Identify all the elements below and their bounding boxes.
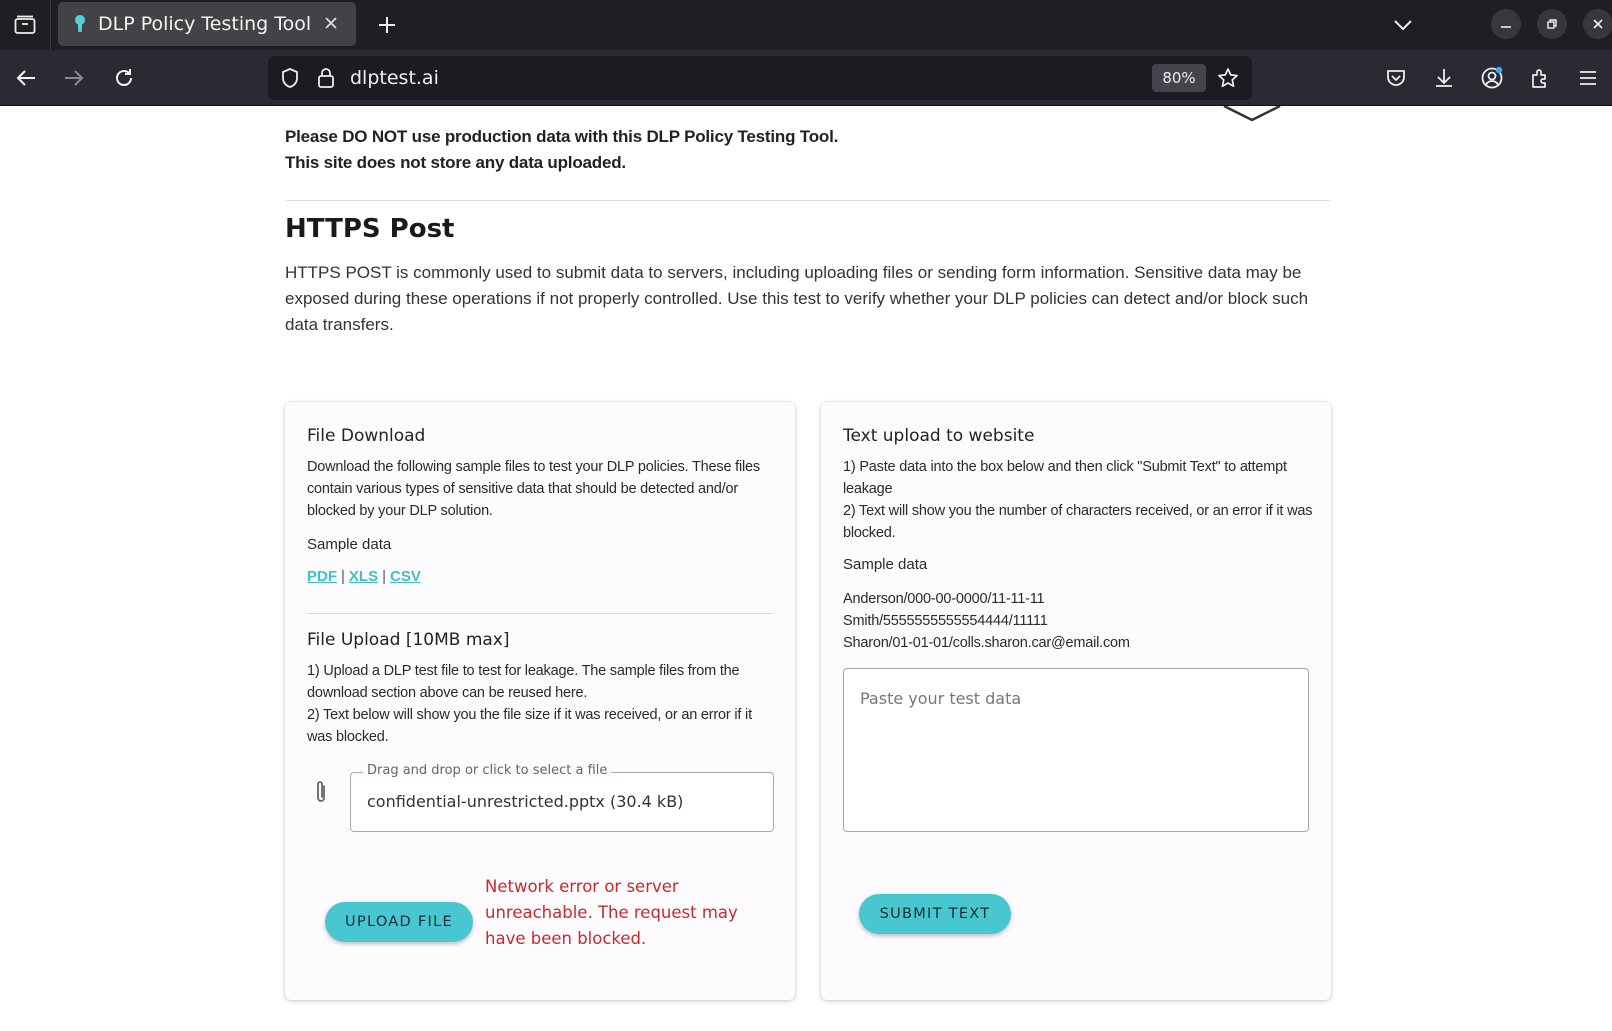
sample-data-label: Sample data — [843, 556, 928, 573]
close-window-icon[interactable] — [1583, 9, 1612, 39]
production-data-warning: Please DO NOT use production data with t… — [285, 124, 838, 176]
paperclip-icon[interactable] — [311, 778, 331, 806]
downloads-icon[interactable] — [1428, 62, 1460, 94]
shield-icon[interactable] — [278, 66, 302, 90]
section-description: HTTPS POST is commonly used to submit da… — [285, 263, 1309, 334]
textarea-placeholder: Paste your test data — [860, 689, 1022, 708]
text-upload-instruction-2: 2) Text will show you the number of char… — [843, 503, 1313, 541]
tab-close-icon[interactable] — [320, 12, 342, 34]
extensions-icon[interactable] — [1524, 62, 1556, 94]
section-title: HTTPS Post — [285, 214, 455, 244]
tab-overflow-chevron-icon[interactable] — [1390, 12, 1416, 38]
file-select-field[interactable]: Drag and drop or click to select a file … — [350, 763, 774, 832]
lightbulb-favicon-icon — [75, 15, 85, 32]
file-download-title: File Download — [307, 426, 426, 446]
decorative-chevron-icon — [1223, 106, 1281, 122]
file-upload-instruction-1: 1) Upload a DLP test file to test for le… — [307, 663, 740, 701]
tab-title: DLP Policy Testing Tool — [98, 13, 312, 35]
text-upload-card: Text upload to website 1) Paste data int… — [821, 402, 1331, 1000]
url-text[interactable]: dlptest.ai — [350, 67, 439, 89]
browser-tab-bar: DLP Policy Testing Tool — [0, 0, 1612, 50]
link-separator: | — [341, 568, 345, 585]
file-upload-instruction-2: 2) Text below will show you the file siz… — [307, 707, 752, 745]
address-bar[interactable]: dlptest.ai 80% — [268, 56, 1252, 100]
csv-download-link[interactable]: CSV — [390, 568, 421, 585]
zoom-level-badge[interactable]: 80% — [1152, 64, 1206, 92]
reload-icon[interactable] — [108, 62, 140, 94]
back-arrow-icon[interactable] — [10, 62, 42, 94]
tab-list-icon[interactable] — [6, 6, 44, 44]
link-separator: | — [382, 568, 386, 585]
sample-data-row: Smith/5555555555554444/11111 — [843, 613, 1048, 629]
forward-arrow-icon[interactable] — [58, 62, 90, 94]
file-upload-title: File Upload [10MB max] — [307, 630, 510, 650]
sample-file-links: PDF | XLS | CSV — [307, 568, 421, 585]
menu-hamburger-icon[interactable] — [1572, 62, 1604, 94]
bookmark-star-icon[interactable] — [1216, 66, 1240, 90]
sample-data-row: Sharon/01-01-01/colls.sharon.car@email.c… — [843, 635, 1130, 651]
pdf-download-link[interactable]: PDF — [307, 568, 337, 585]
text-upload-instruction-1: 1) Paste data into the box below and the… — [843, 459, 1287, 497]
page-content: Please DO NOT use production data with t… — [0, 106, 1612, 1031]
section-divider — [285, 200, 1331, 201]
sample-data-row: Anderson/000-00-0000/11-11-11 — [843, 591, 1045, 607]
minimize-icon[interactable] — [1491, 9, 1521, 39]
lock-icon[interactable] — [314, 66, 338, 90]
restore-icon[interactable] — [1537, 9, 1567, 39]
pocket-icon[interactable] — [1380, 62, 1412, 94]
active-tab[interactable]: DLP Policy Testing Tool — [58, 2, 356, 46]
file-field-label: Drag and drop or click to select a file — [363, 763, 612, 778]
submit-text-button[interactable]: SUBMIT TEXT — [859, 894, 1011, 934]
text-upload-title: Text upload to website — [843, 426, 1035, 446]
file-card: File Download Download the following sam… — [285, 402, 795, 1000]
browser-nav-bar: dlptest.ai 80% — [0, 50, 1612, 106]
upload-file-button[interactable]: UPLOAD FILE — [325, 902, 473, 942]
test-data-textarea[interactable]: Paste your test data — [843, 668, 1309, 832]
xls-download-link[interactable]: XLS — [349, 568, 378, 585]
card-divider — [307, 613, 773, 614]
upload-error-message: Network error or server unreachable. The… — [485, 877, 738, 948]
sample-data-label: Sample data — [307, 536, 392, 553]
selected-file-name: confidential-unrestricted.pptx (30.4 kB) — [367, 792, 684, 811]
warning-line-2: This site does not store any data upload… — [285, 153, 626, 172]
account-icon[interactable] — [1476, 62, 1508, 94]
new-tab-icon[interactable] — [372, 10, 402, 40]
tab-separator — [50, 0, 51, 50]
sample-data-list: Anderson/000-00-0000/11-11-11 Smith/5555… — [843, 588, 1130, 654]
file-download-description: Download the following sample files to t… — [307, 459, 760, 519]
warning-line-1: Please DO NOT use production data with t… — [285, 127, 839, 146]
